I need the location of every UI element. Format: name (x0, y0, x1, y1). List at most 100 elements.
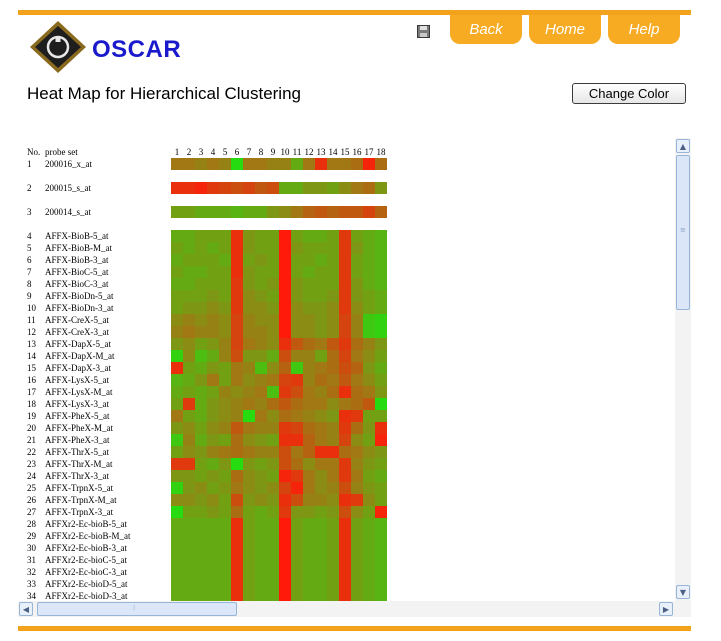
heatmap-cell (219, 398, 231, 410)
heatmap-cell (183, 242, 195, 254)
table-row: 26 AFFX-TrpnX-M_at (18, 494, 418, 506)
table-row: 21 AFFX-PheX-3_at (18, 434, 418, 446)
vertical-scroll-thumb[interactable]: ≡ (676, 155, 690, 310)
chevron-left-icon[interactable]: ◀ (19, 602, 33, 616)
change-color-button[interactable]: Change Color (572, 83, 686, 104)
heatmap-cell (183, 554, 195, 566)
heatmap-cell (267, 266, 279, 278)
heatmap-cell (315, 158, 327, 170)
heatmap-cell (183, 494, 195, 506)
heatmap-cell (255, 566, 267, 578)
heatmap-cell (255, 410, 267, 422)
table-row: 18 AFFX-LysX-3_at (18, 398, 418, 410)
chevron-right-icon[interactable]: ▶ (659, 602, 673, 616)
home-button[interactable]: Home (529, 15, 601, 44)
row-number: 32 (27, 567, 36, 577)
heatmap-cell (171, 386, 183, 398)
heatmap-cell (375, 290, 387, 302)
heatmap-cell (351, 518, 363, 530)
heatmap-cell (231, 482, 243, 494)
probe-set-label: AFFX-DapX-3_at (45, 363, 111, 373)
heatmap-cell (219, 542, 231, 554)
column-number: 15 (340, 147, 350, 157)
heatmap-cell (339, 242, 351, 254)
heatmap-cell (231, 338, 243, 350)
heatmap-cell (219, 158, 231, 170)
floppy-disk-icon[interactable] (417, 25, 430, 38)
heatmap-scroll-area[interactable]: No. probe set 1 2 3 4 5 6 7 8 9 10 11 12 13 14 15 16 17 1… (18, 138, 675, 601)
heatmap-cell (291, 590, 303, 601)
probe-set-label: AFFXr2-Ec-bioB-M_at (45, 531, 131, 541)
heatmap-cell (207, 506, 219, 518)
heatmap-cell (183, 530, 195, 542)
help-button[interactable]: Help (608, 15, 680, 44)
probe-set-label: AFFX-TrpnX-5_at (45, 483, 114, 493)
horizontal-scroll-thumb[interactable]: ⁞ (37, 602, 237, 616)
vertical-scrollbar[interactable]: ▲ ≡ ▼ (675, 138, 691, 601)
row-number: 8 (27, 279, 32, 289)
heatmap-cell (351, 578, 363, 590)
heatmap-cell (207, 254, 219, 266)
heatmap-cell (195, 206, 207, 218)
heatmap-cell (267, 362, 279, 374)
chevron-up-icon[interactable]: ▲ (676, 139, 690, 153)
probe-set-label: AFFX-LysX-3_at (45, 399, 110, 409)
probe-set-label: AFFX-BioC-5_at (45, 267, 109, 277)
heatmap-cell (267, 302, 279, 314)
heatmap-cell (171, 182, 183, 194)
heatmap-cell (351, 446, 363, 458)
heatmap-cell (291, 158, 303, 170)
heatmap-cell (279, 542, 291, 554)
heatmap-cell (231, 506, 243, 518)
heatmap-cell (219, 254, 231, 266)
column-number: 6 (234, 147, 240, 157)
heatmap-cell (339, 554, 351, 566)
heatmap-cell (219, 446, 231, 458)
heatmap-cell (339, 458, 351, 470)
row-number: 23 (27, 459, 36, 469)
heatmap-cell (183, 302, 195, 314)
heatmap-cell (207, 494, 219, 506)
heatmap-cell (315, 554, 327, 566)
heatmap-cell (363, 314, 375, 326)
heatmap-cell (255, 494, 267, 506)
heatmap-cell (375, 386, 387, 398)
row-number: 3 (27, 207, 32, 217)
heatmap-cell (339, 290, 351, 302)
heatmap-cell (219, 530, 231, 542)
table-row: 14 AFFX-DapX-M_at (18, 350, 418, 362)
heatmap-cell (339, 278, 351, 290)
heatmap-cell (279, 338, 291, 350)
heatmap-cell (183, 230, 195, 242)
back-button[interactable]: Back (450, 15, 522, 44)
heatmap-cell (351, 254, 363, 266)
heatmap-cell (207, 242, 219, 254)
chevron-down-icon[interactable]: ▼ (676, 585, 690, 599)
heatmap-cell (339, 314, 351, 326)
heatmap-cell (303, 410, 315, 422)
heatmap-cell (375, 590, 387, 601)
heatmap-cell (315, 362, 327, 374)
heatmap-cell (171, 422, 183, 434)
heatmap-cell (231, 554, 243, 566)
probe-set-label: AFFX-PheX-3_at (45, 435, 110, 445)
row-number: 2 (27, 183, 32, 193)
heatmap-cell (315, 278, 327, 290)
heatmap-cell (231, 182, 243, 194)
horizontal-scrollbar[interactable]: ◀ ⁞ ▶ (18, 601, 675, 617)
heatmap-cell (363, 434, 375, 446)
probe-set-label: AFFX-ThrX-M_at (45, 459, 113, 469)
heatmap-cell (279, 566, 291, 578)
heatmap-cell (171, 434, 183, 446)
heatmap-cell (339, 206, 351, 218)
heatmap-cell (375, 266, 387, 278)
heatmap-cell (231, 446, 243, 458)
heatmap-cell (339, 386, 351, 398)
table-row: 9 AFFX-BioDn-5_at (18, 290, 418, 302)
heatmap-cell (267, 314, 279, 326)
heatmap-cell (279, 266, 291, 278)
heatmap-cell (219, 386, 231, 398)
row-number: 4 (27, 231, 32, 241)
row-number: 26 (27, 495, 36, 505)
heatmap-cell (207, 362, 219, 374)
